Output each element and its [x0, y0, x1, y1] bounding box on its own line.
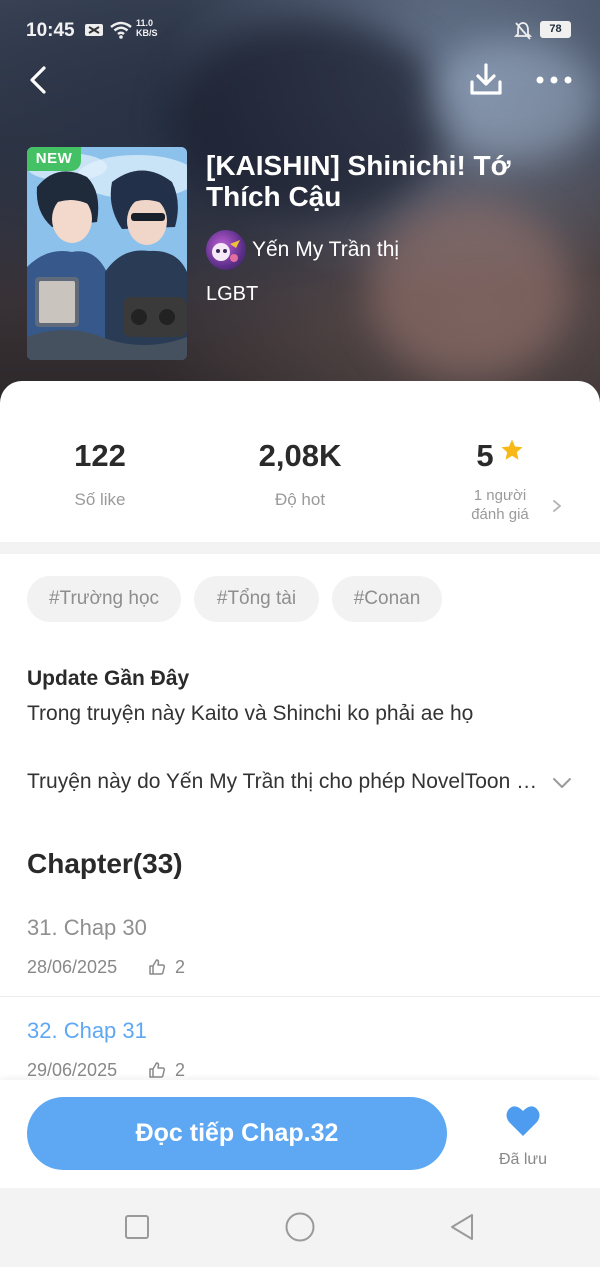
new-badge: NEW — [27, 147, 81, 171]
chapter-like-count: 2 — [175, 1060, 186, 1080]
heart-icon[interactable] — [505, 1104, 541, 1138]
chapter-like-count: 2 — [175, 957, 186, 977]
chapter-count-heading[interactable]: Chapter(33) — [27, 848, 183, 880]
update-title: Update Gần Đây — [27, 667, 190, 690]
chapter-date: 28/06/2025 — [27, 957, 118, 977]
status-time: 10:45 — [26, 20, 75, 41]
book-cover[interactable]: NEW — [27, 147, 187, 360]
tag-conan[interactable]: #Conan — [332, 576, 442, 622]
back-icon[interactable] — [446, 1210, 480, 1244]
chevron-down-icon[interactable] — [551, 774, 573, 792]
hot-stat: 2,08K Độ hot — [200, 438, 400, 510]
vpn-icon — [85, 24, 103, 36]
network-speed-value: 11.0 — [136, 18, 154, 28]
genre-label[interactable]: LGBT — [206, 283, 258, 306]
thumbs-up-icon — [149, 1062, 165, 1078]
recent-apps-icon[interactable] — [120, 1210, 154, 1244]
saved-label[interactable]: Đã lưu — [478, 1151, 568, 1169]
author-avatar[interactable] — [206, 230, 246, 270]
mute-icon — [514, 22, 532, 40]
back-arrow-icon[interactable] — [22, 62, 58, 98]
hot-value: 2,08K — [258, 438, 342, 473]
rating-stat[interactable]: 5 1 người đánh giá — [400, 438, 600, 524]
network-speed-unit: KB/S — [136, 28, 158, 38]
chapter-title: 32. Chap 31 — [27, 1018, 147, 1043]
cover-illustration — [27, 147, 187, 360]
rating-value-wrap: 5 — [400, 438, 600, 474]
more-dots-icon[interactable] — [530, 62, 578, 98]
chapter-row[interactable]: 31. Chap 30 28/06/2025 2 — [0, 896, 600, 996]
section-divider — [0, 542, 600, 554]
likes-stat: 122 Số like — [0, 438, 200, 510]
tag-tong-tai[interactable]: #Tổng tài — [194, 576, 319, 622]
star-icon — [501, 439, 523, 460]
likes-label: Số like — [74, 490, 126, 509]
home-icon[interactable] — [283, 1210, 317, 1244]
rating-count-label: 1 người đánh giá — [400, 486, 600, 524]
book-title: [KAISHIN] Shinichi! Tớ Thích Cậu — [206, 150, 511, 212]
battery-indicator: 78 — [540, 21, 571, 38]
hot-label: Độ hot — [274, 490, 326, 509]
chapter-date: 29/06/2025 — [27, 1060, 118, 1080]
chevron-right-icon[interactable] — [550, 499, 564, 513]
network-speed: 11.0 KB/S — [136, 18, 158, 38]
rating-label-line2: đánh giá — [471, 506, 529, 523]
status-bar: 10:45 11.0 KB/S 78 — [0, 0, 600, 62]
rating-label-line1: 1 người — [473, 487, 527, 504]
likes-value: 122 — [74, 438, 126, 473]
row-divider — [0, 996, 600, 997]
tag-truong-hoc[interactable]: #Trường học — [27, 576, 181, 622]
continue-reading-button[interactable]: Đọc tiếp Chap.32 — [27, 1097, 447, 1170]
download-icon[interactable] — [466, 60, 506, 100]
author-name[interactable]: Yến My Trần thị — [252, 238, 399, 262]
wifi-icon — [110, 21, 132, 39]
description-text[interactable]: Truyện này do Yến My Trần thị cho phép N… — [27, 770, 547, 794]
chapter-title: 31. Chap 30 — [27, 915, 147, 940]
rating-value: 5 — [476, 438, 494, 473]
thumbs-up-icon — [149, 959, 165, 975]
update-text: Trong truyện này Kaito và Shinchi ko phả… — [27, 702, 474, 725]
